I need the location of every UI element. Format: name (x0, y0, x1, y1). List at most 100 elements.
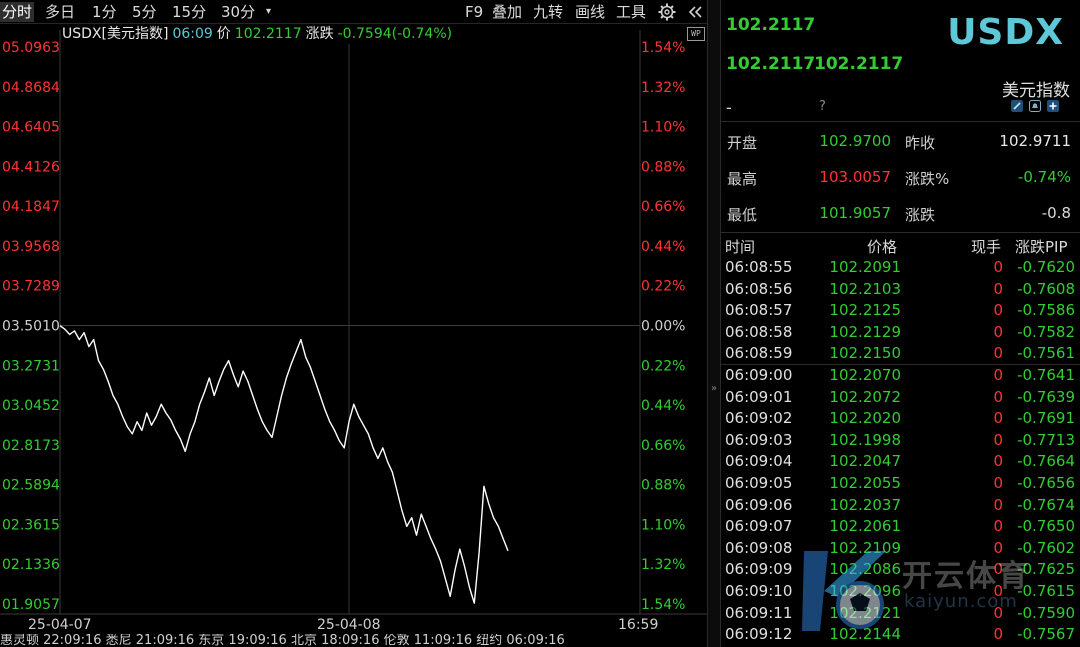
tick-time: 06:09:12 (725, 625, 793, 644)
tick-price: 102.1998 (829, 430, 901, 449)
y-tick-label-left: 02.8173 (2, 438, 60, 454)
tick-volume: 0 (993, 430, 1003, 449)
tick-row: 06:09:11 102.2121 0 -0.7590 (721, 602, 1080, 624)
tick-row: 06:08:55 102.2091 0 -0.7620 (721, 256, 1080, 278)
y-tick-label-right: 0.66% (641, 438, 685, 454)
tick-table-header: 时间 价格 现手 涨跌PIP (721, 236, 1080, 256)
tick-time: 06:09:02 (725, 409, 793, 428)
tick-price: 102.2091 (829, 258, 901, 276)
tick-row: 06:09:00 102.2070 0 -0.7641 (721, 364, 1080, 386)
tick-pip: -0.7567 (1017, 625, 1075, 644)
col-price: 价格 (867, 238, 898, 256)
edit-icon[interactable] (1011, 100, 1023, 112)
tick-time: 06:09:06 (725, 495, 793, 514)
y-tick-label-left: 04.4126 (2, 159, 60, 175)
help-icon[interactable]: ? (819, 99, 826, 114)
tick-volume: 0 (993, 344, 1003, 363)
tick-row: 06:09:04 102.2047 0 -0.7664 (721, 450, 1080, 472)
tick-row: 06:09:08 102.2109 0 -0.7602 (721, 537, 1080, 559)
symbol-code: USDX (947, 12, 1064, 53)
tick-volume: 0 (993, 538, 1003, 557)
chart-panel: 分时 多日 1分 5分 15分 30分 ▾ F9 叠加 九转 画线 工具 USD… (0, 0, 707, 647)
tick-pip: -0.7641 (1017, 366, 1075, 384)
tick-row: 06:08:56 102.2103 0 -0.7608 (721, 278, 1080, 300)
low-value: 101.9057 (819, 204, 891, 222)
col-time: 时间 (725, 238, 756, 256)
world-clock-bar: 惠灵顿 22:09:16 悉尼 21:09:16 东京 19:09:16 北京 … (0, 634, 565, 647)
tick-volume: 0 (993, 582, 1003, 600)
tick-time: 06:09:08 (725, 538, 793, 557)
tick-pip: -0.7639 (1017, 387, 1075, 406)
y-tick-label-right: 1.32% (641, 557, 685, 573)
tick-row: 06:08:58 102.2129 0 -0.7582 (721, 321, 1080, 343)
tick-table[interactable]: 06:08:55 102.2091 0 -0.7620 06:08:56 102.2103… (721, 256, 1080, 647)
y-tick-label-left: 03.9568 (2, 239, 60, 255)
tick-volume: 0 (993, 603, 1003, 622)
quote-panel: 102.2117 102.2117 102.2117 USDX 美元指数 - ?… (721, 0, 1080, 647)
y-tick-label-left: 01.9057 (2, 597, 60, 613)
y-tick-label-right: 0.22% (641, 279, 685, 295)
tick-pip: -0.7615 (1017, 582, 1075, 600)
tick-row: 06:09:10 102.2096 0 -0.7615 (721, 580, 1080, 602)
tick-row: 06:09:12 102.2144 0 -0.7567 (721, 623, 1080, 645)
tick-time: 06:08:58 (725, 322, 793, 341)
change-value: -0.8 (1041, 204, 1071, 222)
col-pip: 涨跌PIP (1015, 238, 1068, 256)
tick-time: 06:09:10 (725, 582, 793, 600)
prev-close-value: 102.9711 (999, 132, 1071, 150)
tick-row: 06:09:07 102.2061 0 -0.7650 (721, 515, 1080, 537)
low-label: 最低 (727, 206, 758, 224)
y-tick-label-left: 04.1847 (2, 199, 60, 215)
bid-price: 102.2117 (726, 54, 816, 74)
tick-pip: -0.7586 (1017, 301, 1075, 320)
y-tick-label-right: 0.22% (641, 358, 685, 374)
change-label: 涨跌 (905, 206, 936, 224)
add-icon[interactable] (1047, 100, 1059, 112)
prev-close-label: 昨收 (905, 134, 936, 152)
y-tick-label-left: 04.6405 (2, 120, 60, 136)
tick-price: 102.2037 (829, 495, 901, 514)
change-pct-label: 涨跌% (905, 170, 950, 188)
tick-pip: -0.7582 (1017, 322, 1075, 341)
tick-price: 102.2047 (829, 452, 901, 471)
y-tick-label-right: 0.88% (641, 478, 685, 494)
y-tick-label-right: 0.00% (641, 319, 685, 335)
y-tick-label-right: 1.10% (641, 517, 685, 533)
x-tick-label: 25-04-08 (317, 617, 381, 633)
tick-pip: -0.7625 (1017, 560, 1075, 579)
high-label: 最高 (727, 170, 758, 188)
y-tick-label-right: 1.32% (641, 80, 685, 96)
tick-volume: 0 (993, 258, 1003, 276)
y-tick-label-left: 03.5010 (2, 319, 60, 335)
tick-pip: -0.7608 (1017, 279, 1075, 298)
tick-time: 06:08:57 (725, 301, 793, 320)
tick-price: 102.2096 (829, 582, 901, 600)
x-tick-label: 16:59 (618, 617, 658, 633)
y-tick-label-left: 03.0452 (2, 398, 60, 414)
tick-pip: -0.7650 (1017, 517, 1075, 536)
tick-volume: 0 (993, 452, 1003, 471)
tick-time: 06:09:05 (725, 474, 793, 492)
y-tick-label-right: 0.88% (641, 159, 685, 175)
tick-row: 06:09:06 102.2037 0 -0.7674 (721, 494, 1080, 516)
panel-divider[interactable]: » (707, 0, 721, 647)
tick-price: 102.2121 (829, 603, 901, 622)
y-tick-label-right: 0.44% (641, 398, 685, 414)
tick-pip: -0.7713 (1017, 430, 1075, 449)
tick-volume: 0 (993, 366, 1003, 384)
tick-time: 06:08:55 (725, 258, 793, 276)
x-tick-label: 25-04-07 (28, 617, 92, 633)
tick-price: 102.2072 (829, 387, 901, 406)
tick-row: 06:09:05 102.2055 0 -0.7656 (721, 472, 1080, 494)
alert-icon[interactable] (1029, 100, 1041, 112)
tick-price: 102.2109 (829, 538, 901, 557)
tick-time: 06:09:09 (725, 560, 793, 579)
tick-pip: -0.7674 (1017, 495, 1075, 514)
expand-arrow-icon[interactable]: » (708, 380, 720, 398)
tick-price: 102.2070 (829, 366, 901, 384)
open-label: 开盘 (727, 134, 758, 152)
y-tick-label-right: 1.54% (641, 597, 685, 613)
tick-price: 102.2144 (829, 625, 901, 644)
tick-price: 102.2086 (829, 560, 901, 579)
tick-pip: -0.7664 (1017, 452, 1075, 471)
